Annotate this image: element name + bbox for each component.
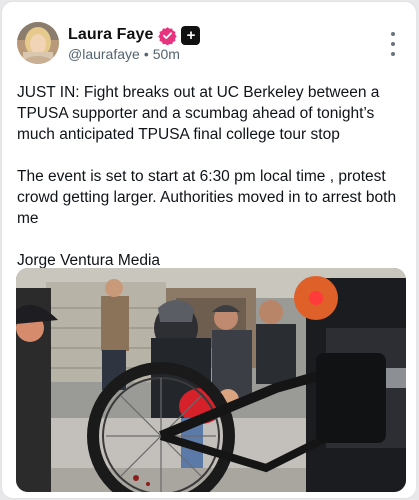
author-meta: @laurafaye • 50m: [68, 46, 180, 62]
avatar-image: [17, 22, 59, 64]
more-options-icon[interactable]: [387, 32, 399, 56]
author-display-name[interactable]: Laura Faye: [68, 26, 153, 44]
photo-media: [16, 268, 406, 492]
post-paragraph: JUST IN: Fight breaks out at UC Berkeley…: [17, 84, 384, 143]
post-paragraph: The event is set to start at 6:30 pm loc…: [17, 168, 401, 227]
author-name-row: Laura Faye +: [68, 24, 201, 46]
avatar[interactable]: [17, 22, 59, 64]
post-body: JUST IN: Fight breaks out at UC Berkeley…: [17, 82, 409, 271]
plus-badge-icon: +: [181, 25, 201, 45]
verified-badge-icon: [158, 26, 178, 45]
author-handle[interactable]: @laurafaye: [68, 46, 140, 62]
post-media-image[interactable]: [16, 268, 406, 492]
post-timestamp[interactable]: 50m: [153, 46, 180, 62]
meta-separator: •: [143, 46, 149, 62]
post-card[interactable]: Laura Faye + @laurafaye • 50m JUST IN: F…: [1, 1, 417, 499]
